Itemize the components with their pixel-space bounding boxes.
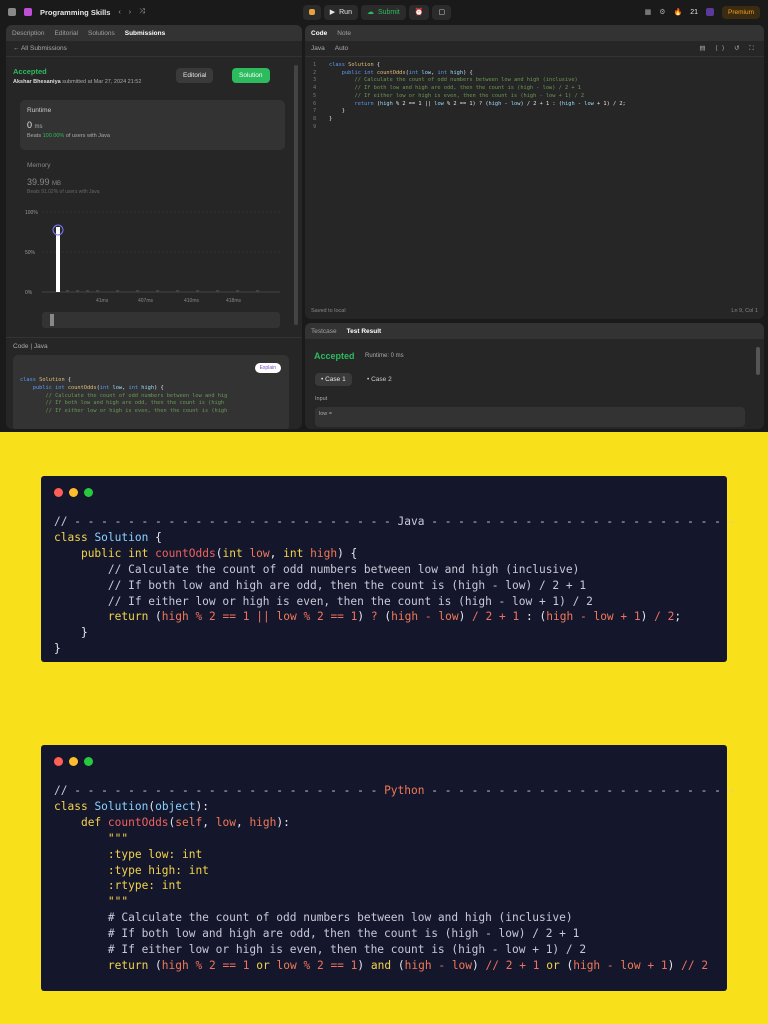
beats-label: Beats xyxy=(27,133,42,139)
beats-percent: 100.00% xyxy=(42,133,65,139)
leetcode-screenshot: Programming Skills ‹ › ⤨ ▶ Run ☁ Submit ⏰ … xyxy=(0,0,768,432)
range-handle[interactable] xyxy=(50,314,54,326)
line-numbers: 1 2 3 4 5 6 7 8 9 xyxy=(313,62,317,130)
beats-tail: of users with Java xyxy=(65,133,110,139)
note-icon: ▢ xyxy=(438,9,446,16)
range-selector[interactable] xyxy=(42,312,280,328)
debug-button[interactable] xyxy=(302,4,321,20)
beats-mem-percent: 91.02% xyxy=(41,189,59,195)
grid-icon[interactable]: ▦ xyxy=(645,8,652,16)
memory-unit: MB xyxy=(52,181,62,187)
run-label: Run xyxy=(339,8,352,16)
list-icon xyxy=(24,8,32,16)
status-accepted: Accepted xyxy=(13,67,47,76)
solution-button[interactable]: Solution xyxy=(232,68,270,83)
result-status: Accepted xyxy=(314,351,355,361)
runtime-label: Runtime xyxy=(27,107,52,114)
case-1-tab[interactable]: • Case 1 xyxy=(315,373,352,386)
x-tick-4: 418ms xyxy=(226,298,242,304)
premium-button[interactable]: Premium xyxy=(721,5,760,19)
beats-mem-tail: of users with Java xyxy=(59,189,100,195)
beats-mem-label: Beats xyxy=(27,189,40,195)
shuffle-icon[interactable]: ⤨ xyxy=(139,8,145,16)
code-editor[interactable]: class Solution { public int countOdds(in… xyxy=(329,62,626,124)
input-low: low = xyxy=(315,407,745,427)
tab-description[interactable]: Description xyxy=(12,30,45,37)
editor-tools-icons[interactable]: ▤ ⟨⟩ ↺ ⛶ xyxy=(699,44,758,53)
next-icon[interactable]: › xyxy=(129,9,131,16)
tab-submissions[interactable]: Submissions xyxy=(125,30,165,37)
java-header: Java xyxy=(397,515,425,528)
runtime-unit: ms xyxy=(34,124,43,130)
x-tick-1: 41ms xyxy=(96,298,109,304)
distribution-bar[interactable] xyxy=(56,227,60,292)
memory-label[interactable]: Memory xyxy=(27,162,50,169)
window-dots xyxy=(54,757,93,766)
editor-tabs: Code Note xyxy=(305,25,764,41)
tab-testcase[interactable]: Testcase xyxy=(311,328,337,335)
cursor-position: Ln 9, Col 1 xyxy=(731,308,758,314)
y-tick-50: 50% xyxy=(25,250,36,256)
result-tabs: Testcase Test Result xyxy=(305,323,764,339)
code-label: Code xyxy=(13,343,29,350)
bug-icon xyxy=(308,9,315,15)
code-editor-panel: Code Note Java Auto ▤ ⟨⟩ ↺ ⛶ 1 2 3 4 5 6… xyxy=(305,25,764,319)
result-scrollbar[interactable] xyxy=(756,347,760,375)
timer-button[interactable]: ⏰ xyxy=(408,4,430,20)
window-dots xyxy=(54,488,93,497)
runtime-value: 0 xyxy=(27,120,33,130)
submission-meta: Akshar Bhesaniya submitted at Mar 27, 20… xyxy=(13,79,141,85)
runtime-card[interactable]: Runtime 0 ms Beats 100.00% of users with… xyxy=(20,100,285,150)
left-tabs: Description Editorial Solutions Submissi… xyxy=(6,25,302,41)
case-2-tab[interactable]: • Case 2 xyxy=(367,376,392,383)
left-scrollbar[interactable] xyxy=(294,65,298,325)
back-link[interactable]: ← All Submissions xyxy=(6,41,302,57)
tab-solutions[interactable]: Solutions xyxy=(88,30,115,37)
tab-editorial[interactable]: Editorial xyxy=(55,30,78,37)
tab-code[interactable]: Code xyxy=(311,30,327,37)
run-button[interactable]: ▶ Run xyxy=(323,4,358,20)
x-tick-2: 407ms xyxy=(138,298,154,304)
streak-count[interactable]: 21 xyxy=(690,9,698,16)
y-tick-0: 0% xyxy=(25,290,33,296)
notes-button[interactable]: ▢ xyxy=(432,4,452,20)
tab-test-result[interactable]: Test Result xyxy=(347,328,382,335)
play-icon: ▶ xyxy=(329,9,336,16)
memory-value: 39.99 xyxy=(27,177,50,187)
result-panel: Testcase Test Result Accepted Runtime: 0… xyxy=(305,323,764,429)
python-code-card: // - - - - - - - - - - - - - - - - - - -… xyxy=(41,745,734,991)
input-label: Input xyxy=(315,396,328,402)
clock-icon: ⏰ xyxy=(414,9,424,16)
author[interactable]: Akshar Bhesaniya xyxy=(13,79,61,85)
language-select[interactable]: Java xyxy=(311,45,325,52)
code-lang: Java xyxy=(33,343,48,350)
java-code-card: // - - - - - - - - - - - - - - - - - - -… xyxy=(41,476,734,662)
case-1-label: Case 1 xyxy=(325,376,346,383)
case-2-label: Case 2 xyxy=(371,376,392,383)
python-header: Python xyxy=(384,784,425,797)
autocomplete-toggle[interactable]: Auto xyxy=(335,45,348,52)
left-panel: Description Editorial Solutions Submissi… xyxy=(6,25,302,429)
submitted-code: Explain class Solution { public int coun… xyxy=(13,355,289,429)
submit-label: Submit xyxy=(377,8,400,16)
prev-icon[interactable]: ‹ xyxy=(118,9,120,16)
explain-button[interactable]: Explain xyxy=(254,363,281,373)
result-runtime: Runtime: 0 ms xyxy=(365,353,404,359)
avatar[interactable] xyxy=(705,8,714,16)
fire-icon: 🔥 xyxy=(673,9,683,16)
tab-note[interactable]: Note xyxy=(337,30,351,37)
runtime-distribution-chart: 100% 50% 0% 41ms 407ms 410ms 418ms xyxy=(25,210,280,328)
saved-status: Saved to local xyxy=(311,308,346,314)
editorial-button[interactable]: Editorial xyxy=(176,68,214,83)
submit-button[interactable]: ☁ Submit xyxy=(360,4,406,20)
back-label: All Submissions xyxy=(20,45,67,52)
x-tick-3: 410ms xyxy=(184,298,200,304)
problem-list-title[interactable]: Programming Skills xyxy=(40,8,110,17)
submitted-at: submitted at Mar 27, 2024 21:52 xyxy=(62,79,142,85)
top-bar: Programming Skills ‹ › ⤨ ▶ Run ☁ Submit ⏰ … xyxy=(0,0,768,24)
logo-icon[interactable] xyxy=(8,8,16,16)
settings-icon[interactable]: ⚙ xyxy=(659,8,665,16)
upload-icon: ☁ xyxy=(366,9,374,16)
y-tick-100: 100% xyxy=(25,210,38,216)
